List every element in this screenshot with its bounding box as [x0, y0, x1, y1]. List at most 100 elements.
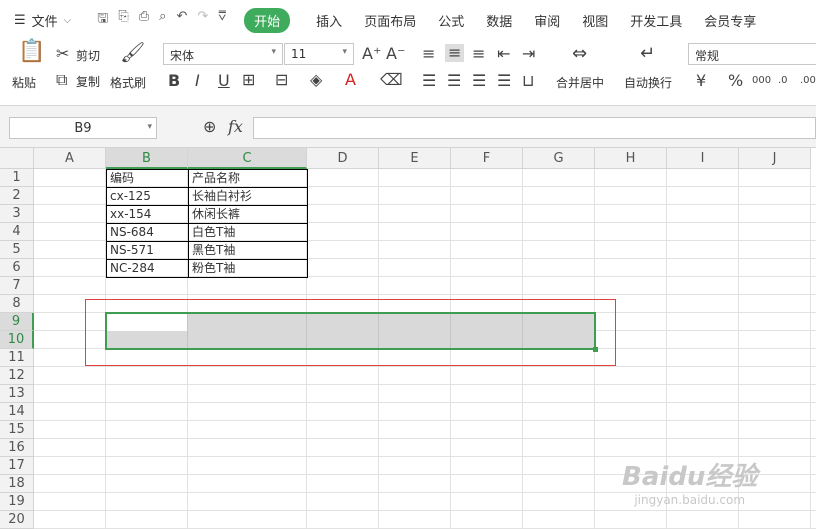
- print-icon[interactable]: ⎙: [139, 9, 149, 31]
- increase-decimal-icon[interactable]: .0: [778, 73, 788, 89]
- tab-8[interactable]: 会员专享: [704, 11, 756, 30]
- wrap-text-button[interactable]: 自动换行: [624, 74, 672, 91]
- table-header-cell[interactable]: 产品名称: [188, 169, 308, 188]
- row-header-18[interactable]: 18: [0, 475, 34, 493]
- row-header-17[interactable]: 17: [0, 457, 34, 475]
- column-header-F[interactable]: F: [451, 148, 523, 169]
- zoom-icon[interactable]: ⊕: [203, 119, 216, 135]
- clear-format-icon[interactable]: ⌫: [380, 72, 403, 88]
- font-color-icon[interactable]: A: [345, 72, 356, 88]
- justify-icon[interactable]: ☰: [497, 73, 511, 89]
- tab-4[interactable]: 数据: [486, 11, 512, 30]
- italic-icon[interactable]: I: [195, 73, 200, 89]
- redo-icon[interactable]: ↷: [197, 9, 208, 31]
- row-header-12[interactable]: 12: [0, 367, 34, 385]
- column-header-D[interactable]: D: [307, 148, 379, 169]
- row-header-9[interactable]: 9: [0, 313, 34, 331]
- row-header-1[interactable]: 1: [0, 169, 34, 187]
- tab-0[interactable]: 开始: [244, 7, 291, 33]
- table-cell[interactable]: xx-154: [106, 205, 189, 224]
- formula-input[interactable]: [253, 117, 816, 139]
- tab-6[interactable]: 视图: [582, 11, 608, 30]
- format-painter-button[interactable]: 格式刷: [110, 74, 146, 91]
- column-header-I[interactable]: I: [667, 148, 739, 169]
- file-menu-button[interactable]: ☰ 文件 ⌵: [14, 11, 71, 30]
- merge-center-button[interactable]: 合并居中: [556, 74, 604, 91]
- row-header-4[interactable]: 4: [0, 223, 34, 241]
- row-header-7[interactable]: 7: [0, 277, 34, 295]
- column-header-E[interactable]: E: [379, 148, 451, 169]
- align-middle-icon[interactable]: ≡: [445, 44, 465, 62]
- row-header-8[interactable]: 8: [0, 295, 34, 313]
- cut-button[interactable]: 剪切: [76, 47, 100, 64]
- distributed-icon[interactable]: ⊔: [522, 73, 534, 89]
- tab-5[interactable]: 审阅: [534, 11, 560, 30]
- table-cell[interactable]: NS-571: [106, 241, 189, 260]
- annotation-box: [85, 299, 616, 366]
- table-cell[interactable]: 休闲长裤: [188, 205, 308, 224]
- percent-icon[interactable]: %: [728, 73, 743, 89]
- column-header-C[interactable]: C: [188, 148, 307, 169]
- table-cell[interactable]: 长袖白衬衫: [188, 187, 308, 206]
- font-name-select[interactable]: 宋体 ▾: [163, 43, 283, 65]
- column-header-B[interactable]: B: [106, 148, 188, 169]
- row-header-13[interactable]: 13: [0, 385, 34, 403]
- table-cell[interactable]: 白色T袖: [188, 223, 308, 242]
- decrease-font-icon[interactable]: A⁻: [386, 46, 405, 62]
- row-header-2[interactable]: 2: [0, 187, 34, 205]
- number-format-select[interactable]: 常规: [688, 43, 816, 65]
- column-header-A[interactable]: A: [34, 148, 106, 169]
- row-header-3[interactable]: 3: [0, 205, 34, 223]
- column-header-G[interactable]: G: [523, 148, 595, 169]
- tab-1[interactable]: 插入: [316, 11, 342, 30]
- copy-button[interactable]: 复制: [76, 73, 100, 90]
- paste-button[interactable]: 粘贴: [12, 74, 36, 91]
- border-icon[interactable]: ⊞: [242, 72, 255, 88]
- fill-color-icon[interactable]: ◈: [310, 72, 322, 88]
- undo-icon[interactable]: ↶: [176, 9, 187, 31]
- print-preview-icon[interactable]: ⌕: [159, 9, 166, 31]
- align-bottom-icon[interactable]: ≡: [472, 46, 485, 62]
- save-icon[interactable]: 🖫: [97, 9, 108, 31]
- name-box[interactable]: B9 ▾: [9, 117, 157, 139]
- row-header-11[interactable]: 11: [0, 349, 34, 367]
- indent-decrease-icon[interactable]: ⇤: [497, 46, 510, 62]
- bold-icon[interactable]: B: [168, 73, 180, 89]
- align-left-icon[interactable]: ☰: [422, 73, 436, 89]
- align-right-icon[interactable]: ☰: [472, 73, 486, 89]
- customize-toolbar-icon[interactable]: ⩢: [218, 9, 226, 31]
- align-top-icon[interactable]: ≡: [422, 46, 435, 62]
- conditional-format-icon[interactable]: ⊟: [275, 72, 288, 88]
- paste-icon[interactable]: 📋: [18, 41, 45, 63]
- currency-icon[interactable]: ¥: [696, 73, 706, 89]
- table-cell[interactable]: 黑色T袖: [188, 241, 308, 260]
- export-icon[interactable]: ⎘: [118, 9, 128, 31]
- column-header-J[interactable]: J: [739, 148, 811, 169]
- row-header-10[interactable]: 10: [0, 331, 34, 349]
- table-cell[interactable]: NC-284: [106, 259, 189, 278]
- underline-icon[interactable]: U: [218, 73, 230, 89]
- table-header-cell[interactable]: 编码: [106, 169, 189, 188]
- row-header-20[interactable]: 20: [0, 511, 34, 529]
- table-cell[interactable]: cx-125: [106, 187, 189, 206]
- decrease-decimal-icon[interactable]: .00: [800, 73, 816, 89]
- row-header-16[interactable]: 16: [0, 439, 34, 457]
- font-size-select[interactable]: 11 ▾: [284, 43, 354, 65]
- tab-3[interactable]: 公式: [438, 11, 464, 30]
- row-header-14[interactable]: 14: [0, 403, 34, 421]
- align-center-icon[interactable]: ☰: [447, 73, 461, 89]
- row-header-15[interactable]: 15: [0, 421, 34, 439]
- tab-2[interactable]: 页面布局: [364, 11, 416, 30]
- row-header-19[interactable]: 19: [0, 493, 34, 511]
- table-cell[interactable]: NS-684: [106, 223, 189, 242]
- column-header-H[interactable]: H: [595, 148, 667, 169]
- indent-increase-icon[interactable]: ⇥: [522, 46, 535, 62]
- fx-icon[interactable]: fx: [228, 119, 243, 135]
- increase-font-icon[interactable]: A⁺: [362, 46, 381, 62]
- thousands-icon[interactable]: 000: [752, 73, 771, 89]
- table-cell[interactable]: 粉色T袖: [188, 259, 308, 278]
- select-all-corner[interactable]: [0, 148, 34, 169]
- row-header-6[interactable]: 6: [0, 259, 34, 277]
- row-header-5[interactable]: 5: [0, 241, 34, 259]
- tab-7[interactable]: 开发工具: [630, 11, 682, 30]
